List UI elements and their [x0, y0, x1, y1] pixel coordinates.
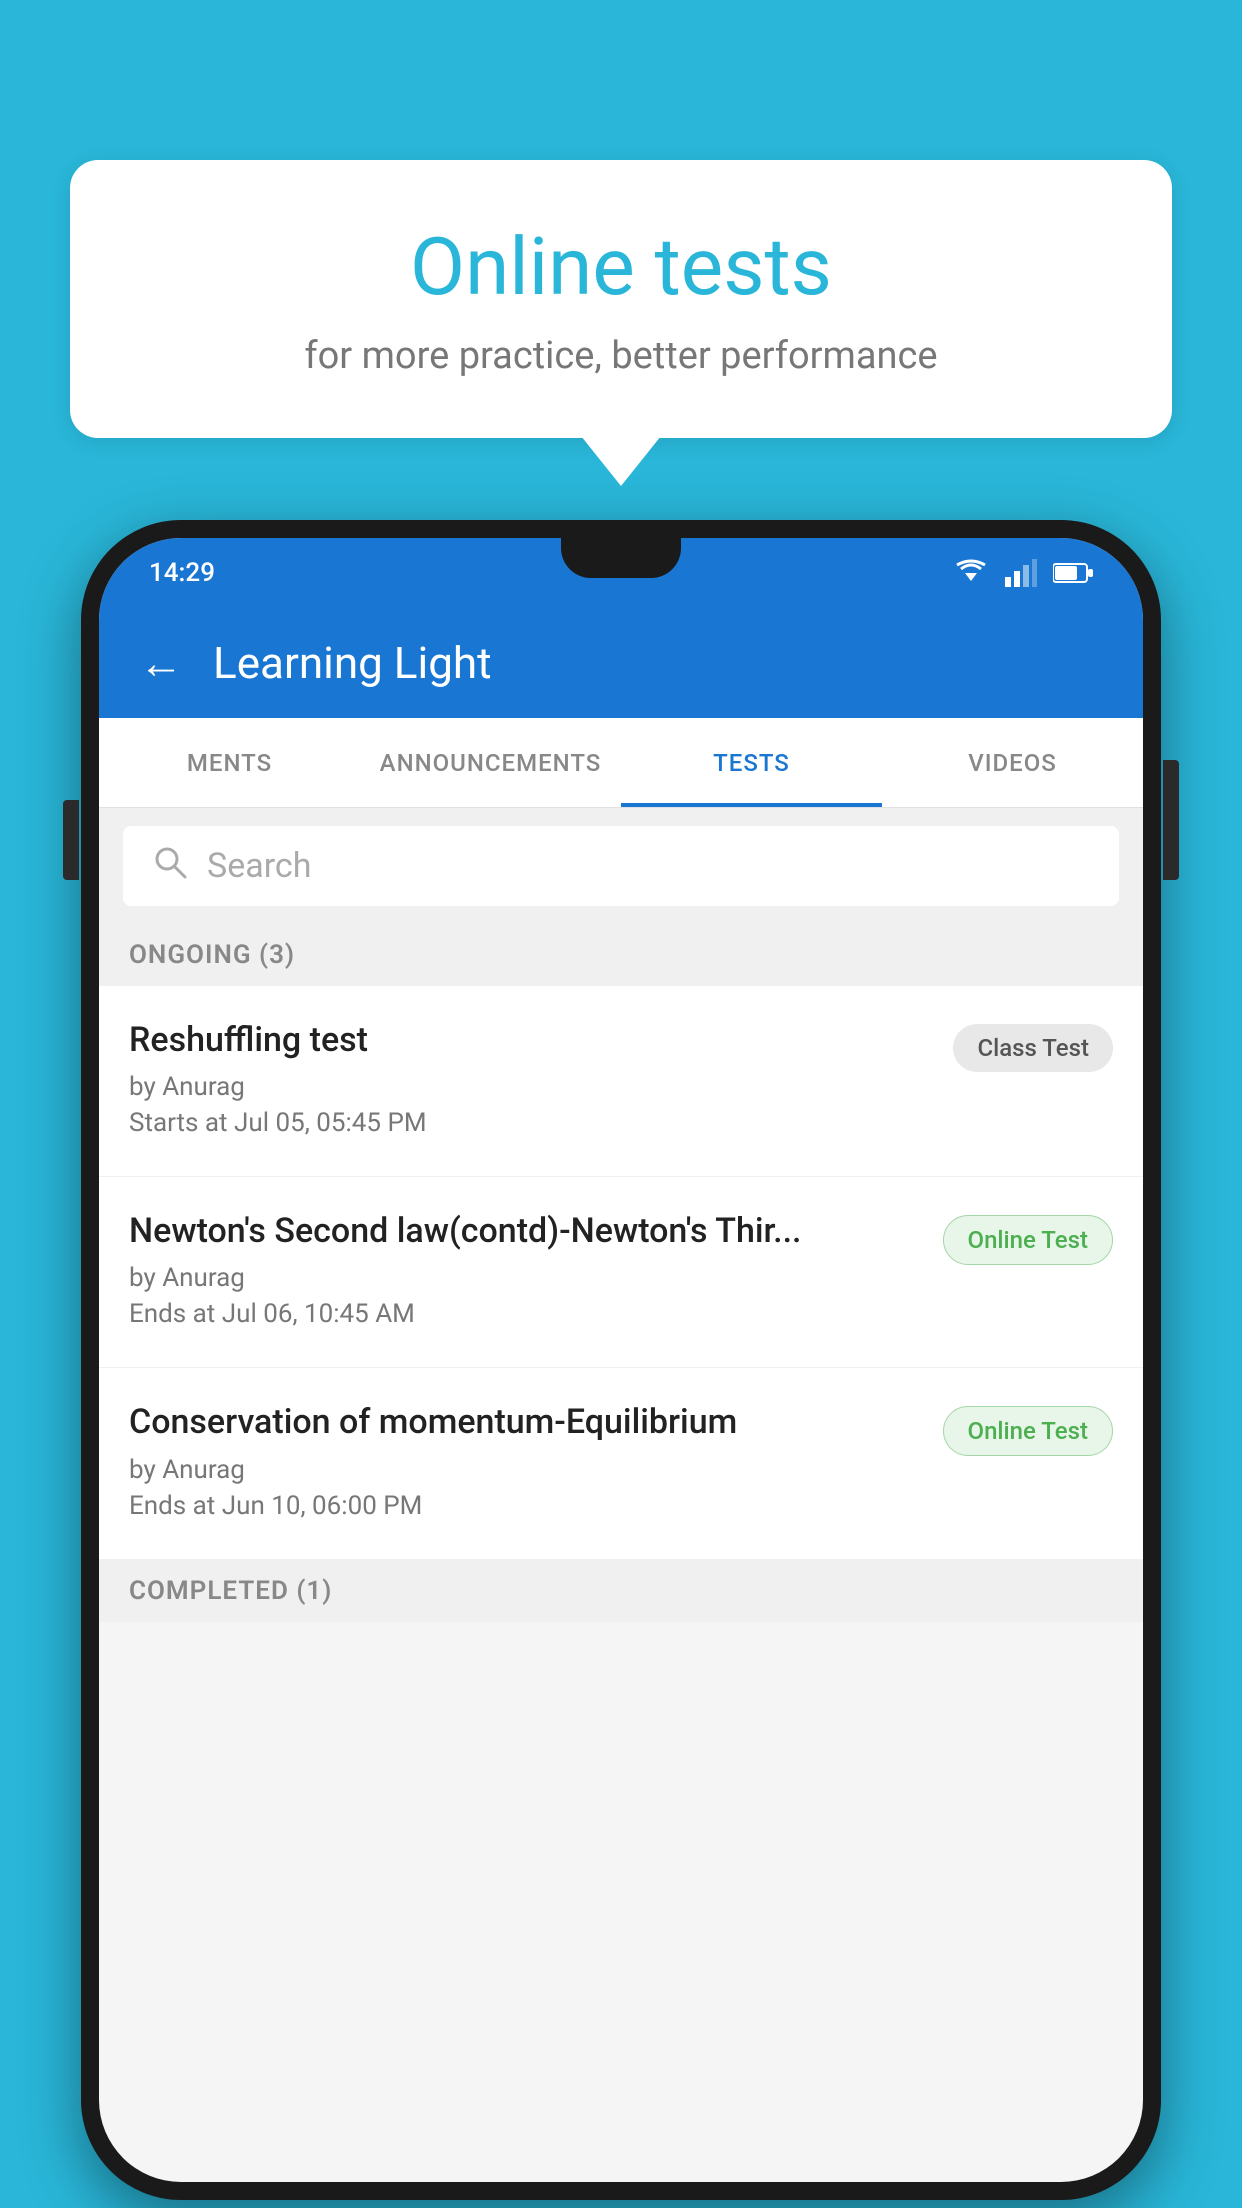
search-icon [153, 845, 187, 888]
test-author-2: by Anurag [129, 1455, 923, 1485]
test-badge-1: Online Test [943, 1215, 1113, 1265]
wifi-icon [953, 559, 989, 587]
tabs-bar: MENTS ANNOUNCEMENTS TESTS VIDEOS [99, 718, 1143, 808]
test-item-1[interactable]: Newton's Second law(contd)-Newton's Thir… [99, 1177, 1143, 1368]
test-time-0: Starts at Jul 05, 05:45 PM [129, 1108, 933, 1138]
test-name-1: Newton's Second law(contd)-Newton's Thir… [129, 1209, 923, 1253]
app-bar: ← Learning Light [99, 608, 1143, 718]
promo-section: Online tests for more practice, better p… [70, 160, 1172, 438]
tab-videos[interactable]: VIDEOS [882, 718, 1143, 807]
status-time: 14:29 [149, 558, 215, 588]
phone-screen: 14:29 [99, 538, 1143, 2182]
bubble-title: Online tests [150, 220, 1092, 314]
signal-icon [1005, 559, 1037, 587]
test-author-1: by Anurag [129, 1263, 923, 1293]
ongoing-section-header: ONGOING (3) [99, 924, 1143, 986]
test-item-2[interactable]: Conservation of momentum-Equilibrium by … [99, 1368, 1143, 1559]
test-badge-0: Class Test [953, 1024, 1113, 1072]
search-container: Search [99, 808, 1143, 924]
test-info-0: Reshuffling test by Anurag Starts at Jul… [129, 1018, 933, 1144]
completed-section-header: COMPLETED (1) [99, 1560, 1143, 1622]
test-name-0: Reshuffling test [129, 1018, 933, 1062]
test-time-1: Ends at Jul 06, 10:45 AM [129, 1299, 923, 1329]
tab-announcements[interactable]: ANNOUNCEMENTS [360, 718, 621, 807]
status-icons [953, 559, 1093, 587]
test-item-0[interactable]: Reshuffling test by Anurag Starts at Jul… [99, 986, 1143, 1177]
test-info-1: Newton's Second law(contd)-Newton's Thir… [129, 1209, 923, 1335]
test-info-2: Conservation of momentum-Equilibrium by … [129, 1400, 923, 1526]
bubble-subtitle: for more practice, better performance [150, 334, 1092, 378]
test-name-2: Conservation of momentum-Equilibrium [129, 1400, 923, 1444]
tab-ments[interactable]: MENTS [99, 718, 360, 807]
test-time-2: Ends at Jun 10, 06:00 PM [129, 1491, 923, 1521]
phone-wrapper: 14:29 [80, 520, 1162, 2208]
back-button[interactable]: ← [139, 637, 183, 689]
test-list: Reshuffling test by Anurag Starts at Jul… [99, 986, 1143, 1560]
test-badge-2: Online Test [943, 1406, 1113, 1456]
search-box[interactable]: Search [123, 826, 1119, 906]
test-author-0: by Anurag [129, 1072, 933, 1102]
search-placeholder: Search [207, 846, 311, 886]
phone-notch [561, 538, 681, 578]
battery-icon [1053, 562, 1093, 584]
speech-bubble: Online tests for more practice, better p… [70, 160, 1172, 438]
phone-frame: 14:29 [81, 520, 1161, 2200]
app-title: Learning Light [213, 637, 492, 689]
tab-tests[interactable]: TESTS [621, 718, 882, 807]
